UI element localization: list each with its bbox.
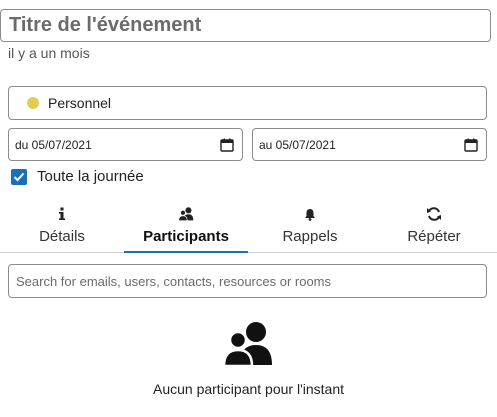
all-day-toggle[interactable]: Toute la journée <box>11 168 144 185</box>
all-day-label: Toute la journée <box>37 168 144 185</box>
end-date-value: au 05/07/2021 <box>259 137 336 152</box>
tab-label: Détails <box>39 228 85 245</box>
repeat-icon <box>426 206 442 222</box>
info-icon <box>58 206 66 222</box>
tab-label: Répéter <box>407 228 461 245</box>
calendar-picker[interactable]: Personnel <box>8 86 487 120</box>
tab-reminders[interactable]: Rappels <box>248 200 372 253</box>
bell-icon <box>304 206 316 222</box>
start-date-input[interactable]: du 05/07/2021 <box>8 128 243 161</box>
people-icon <box>222 322 272 367</box>
modified-timestamp: il y a un mois <box>8 45 90 61</box>
end-date-input[interactable]: au 05/07/2021 <box>252 128 487 161</box>
event-tabs: Détails Participants Rappels Répéter <box>0 200 497 253</box>
all-day-checkbox[interactable] <box>11 168 27 185</box>
calendar-color-dot <box>27 97 39 109</box>
people-icon <box>177 206 195 222</box>
tab-details[interactable]: Détails <box>0 200 124 253</box>
calendar-name: Personnel <box>48 95 112 111</box>
tab-participants[interactable]: Participants <box>124 200 248 253</box>
start-date-value: du 05/07/2021 <box>15 137 92 152</box>
event-title-input[interactable] <box>0 9 491 42</box>
empty-state-message: Aucun participant pour l'instant <box>152 381 344 397</box>
calendar-icon[interactable] <box>220 138 234 152</box>
checkmark-icon <box>13 172 25 181</box>
tab-label: Participants <box>143 228 229 245</box>
participant-search-input[interactable] <box>8 264 487 298</box>
tab-repeat[interactable]: Répéter <box>372 200 496 253</box>
calendar-icon[interactable] <box>464 138 478 152</box>
tab-label: Rappels <box>282 228 338 245</box>
